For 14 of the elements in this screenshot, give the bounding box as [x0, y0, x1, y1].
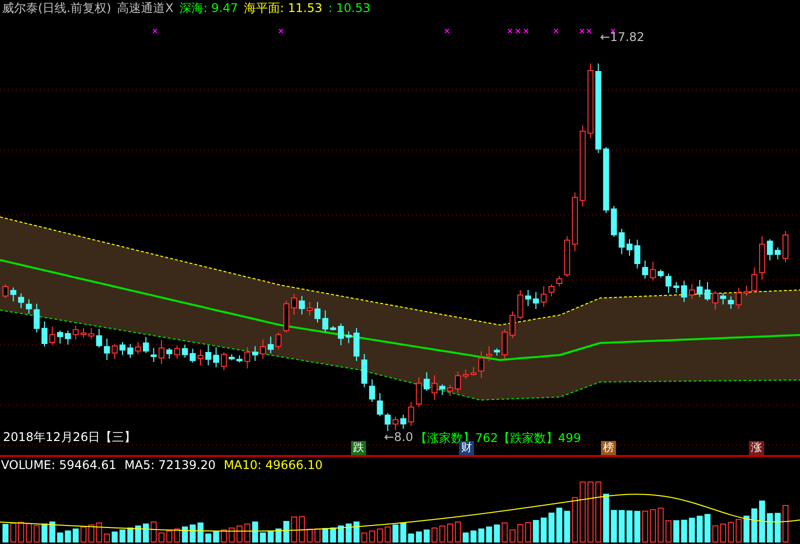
event-marker[interactable]: 跌 [351, 441, 366, 455]
security-title: 威尔泰(日线.前复权) [2, 0, 112, 16]
event-marker[interactable]: 涨 [749, 441, 764, 455]
event-marker[interactable]: 榜 [601, 441, 616, 455]
volume-stat: VOLUME: 59464.61 [1, 458, 116, 472]
legend-value: 深海: 9.47 [179, 0, 238, 16]
indicator-name: 高速通道X [117, 0, 174, 16]
legend-value: 海平面: 11.53 [244, 0, 322, 16]
volume-stat: MA5: 72139.20 [124, 458, 216, 472]
volume-stat: MA10: 49666.10 [224, 458, 323, 472]
high-price-label: ←17.82 [600, 30, 644, 44]
legend-value: : 10.53 [328, 1, 370, 15]
date-label: 2018年12月26日【三】 [3, 429, 136, 446]
low-price-label: ←8.0 [384, 430, 414, 446]
